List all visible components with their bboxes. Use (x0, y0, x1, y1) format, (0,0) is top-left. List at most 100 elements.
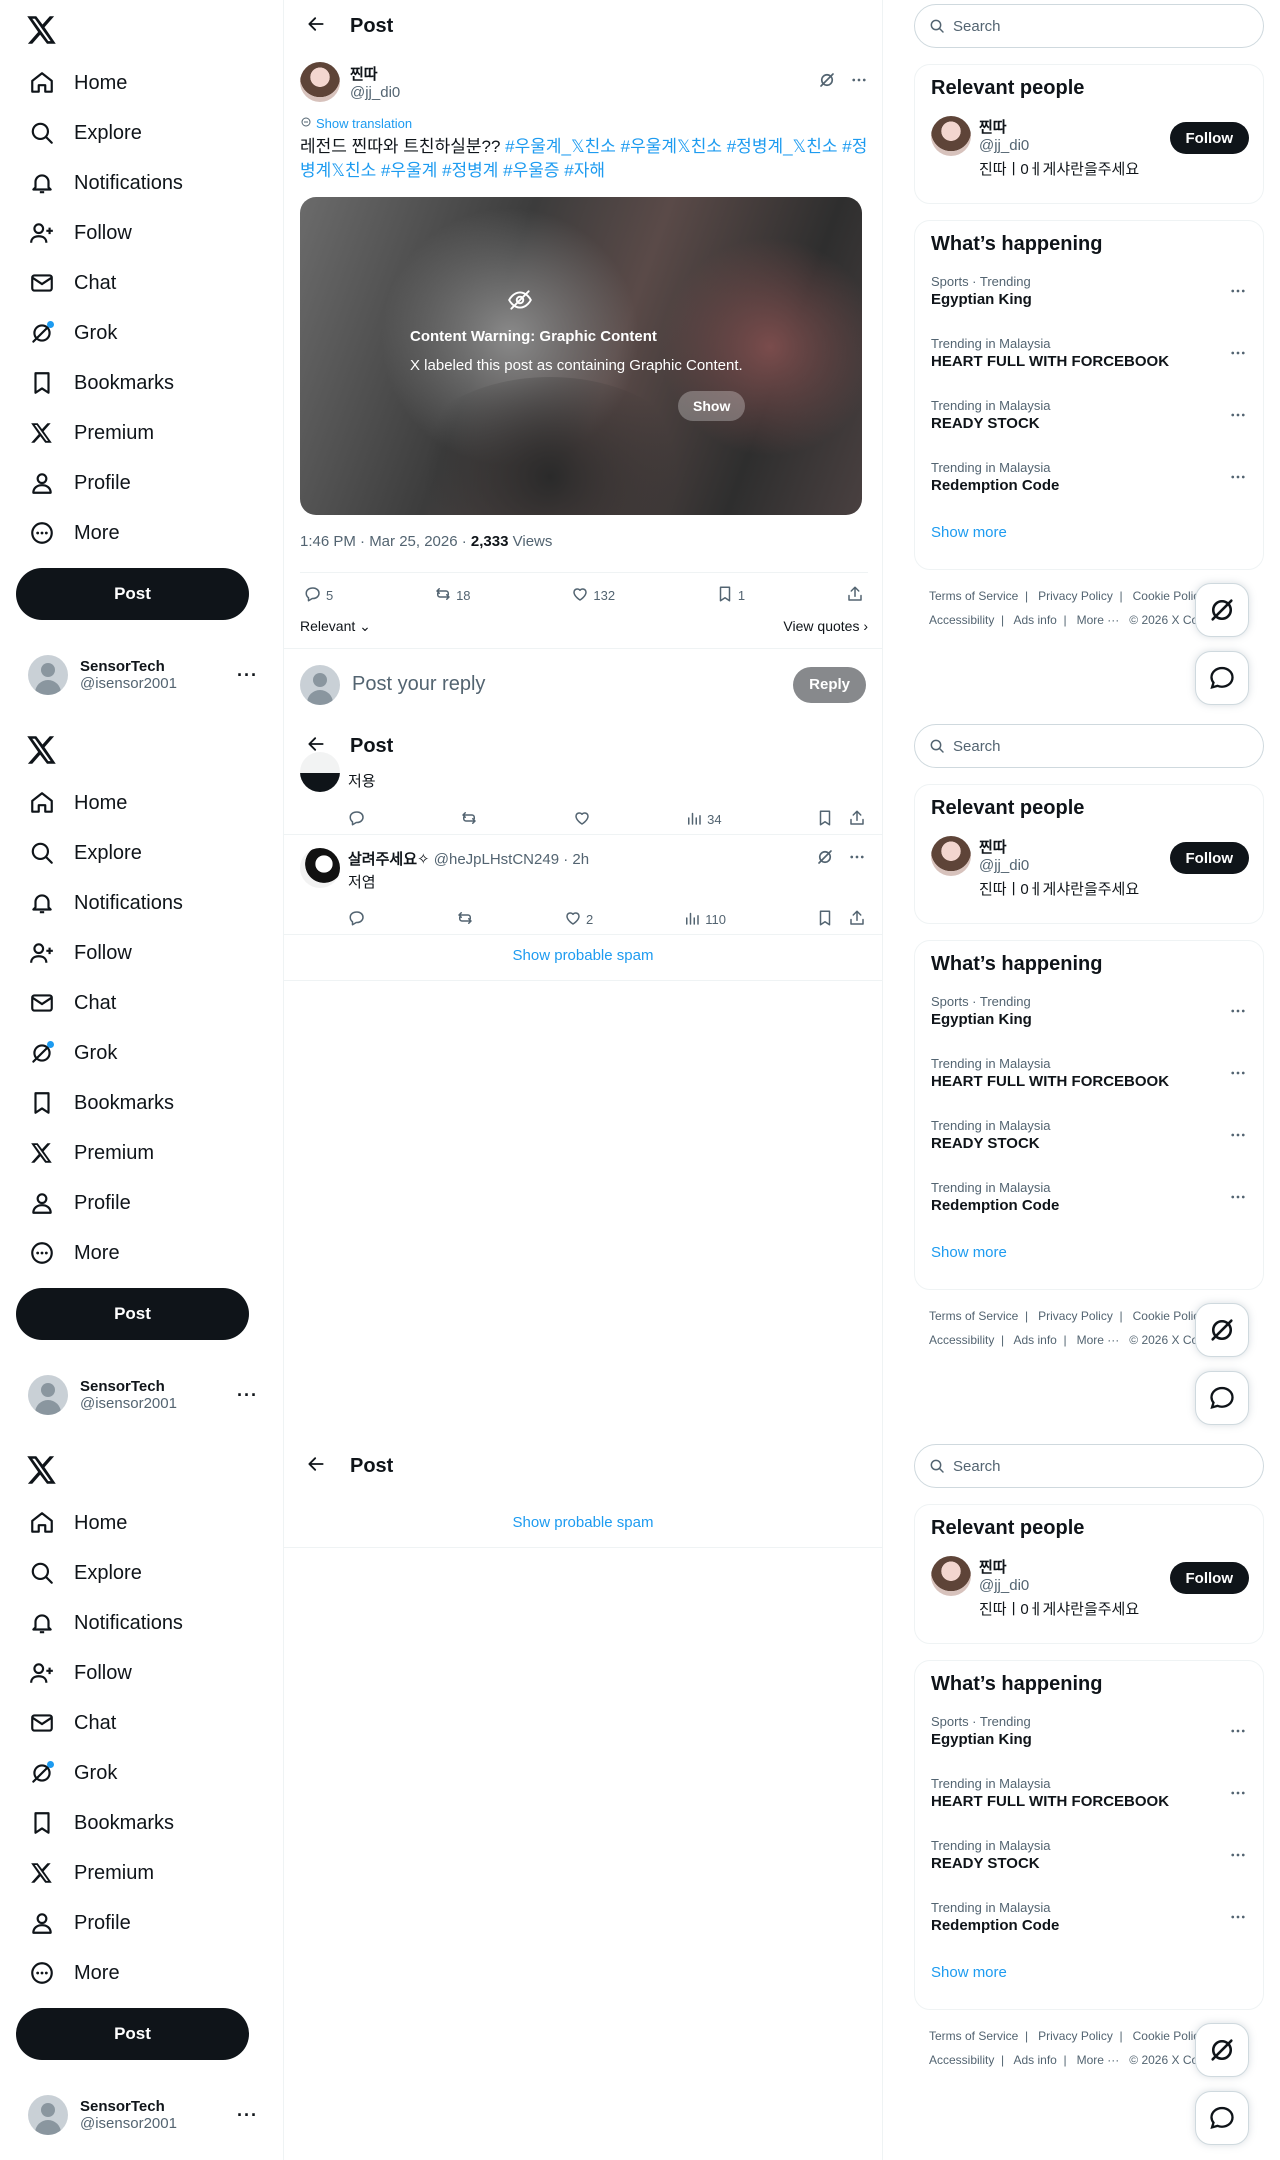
back-button[interactable] (288, 1454, 344, 1479)
more-icon[interactable] (850, 71, 868, 94)
grok-fab[interactable] (1195, 1303, 1249, 1357)
relevant-person[interactable]: 찐따 @jj_di0 진따ㅣ0ㅔ게샤란을주세요 Follow (915, 1540, 1263, 1631)
post-button[interactable]: Post (16, 1288, 249, 1340)
more-icon[interactable] (1229, 1002, 1247, 1025)
nav-item-chat[interactable]: Chat (16, 978, 195, 1028)
more-icon[interactable] (1229, 468, 1247, 491)
bookmark-button[interactable]: 1 (716, 585, 745, 606)
footer-links[interactable]: Terms of Service | Privacy Policy | Cook… (929, 584, 1209, 632)
more-icon[interactable]: ··· (237, 2105, 258, 2126)
nav-item-more[interactable]: More (16, 1228, 195, 1278)
more-icon[interactable]: ··· (237, 1385, 258, 1406)
more-icon[interactable] (1229, 1064, 1247, 1087)
post-time[interactable]: 1:46 PM · Mar 25, 2026 · (300, 533, 471, 550)
nav-item-home[interactable]: Home (16, 778, 195, 828)
show-more-link[interactable]: Show more (915, 510, 1263, 557)
nav-item-bookmarks[interactable]: Bookmarks (16, 1078, 195, 1128)
sort-dropdown[interactable]: Relevant ⌄ (300, 618, 371, 635)
more-icon[interactable] (1229, 1722, 1247, 1745)
nav-item-profile[interactable]: Profile (16, 458, 195, 508)
grok-icon[interactable] (816, 848, 834, 870)
nav-item-profile[interactable]: Profile (16, 1178, 195, 1228)
grok-fab[interactable] (1195, 583, 1249, 637)
show-media-button[interactable]: Show (678, 391, 746, 421)
footer-line-1[interactable]: Terms of Service | Privacy Policy | Cook… (929, 2024, 1209, 2048)
more-icon[interactable] (848, 848, 866, 870)
nav-item-chat[interactable]: Chat (16, 258, 195, 308)
nav-item-premium[interactable]: Premium (16, 408, 195, 458)
nav-item-notifications[interactable]: Notifications (16, 1598, 195, 1648)
nav-item-grok[interactable]: Grok (16, 308, 195, 358)
reply-button[interactable]: Reply (793, 666, 866, 703)
like-button[interactable]: 2 (564, 904, 593, 934)
more-icon[interactable] (1229, 344, 1247, 367)
account-switcher[interactable]: SensorTech @isensor2001 ··· (16, 2085, 266, 2145)
trend-item[interactable]: Trending in Malaysia HEART FULL WITH FORC… (915, 324, 1263, 386)
nav-item-grok[interactable]: Grok (16, 1748, 195, 1798)
grok-icon[interactable] (818, 71, 836, 94)
follow-button[interactable]: Follow (1169, 842, 1249, 874)
like-button[interactable]: 132 (571, 585, 615, 606)
post-button[interactable]: Post (16, 568, 249, 620)
nav-item-home[interactable]: Home (16, 58, 195, 108)
trend-item[interactable]: Trending in Malaysia Redemption Code (915, 1168, 1263, 1230)
views-button[interactable]: 110 (683, 904, 726, 934)
sensitive-media[interactable]: Content Warning: Graphic Content X labele… (300, 197, 862, 515)
nav-item-more[interactable]: More (16, 1948, 195, 1998)
author-handle[interactable]: @jj_di0 (350, 84, 400, 101)
back-button[interactable] (288, 14, 344, 39)
views-button[interactable]: 34 (685, 804, 722, 834)
more-icon[interactable] (1229, 1908, 1247, 1931)
trend-item[interactable]: Trending in Malaysia HEART FULL WITH FORC… (915, 1044, 1263, 1106)
follow-button[interactable]: Follow (1169, 122, 1249, 154)
view-quotes-link[interactable]: View quotes › (783, 618, 868, 635)
trend-item[interactable]: Sports · Trending Egyptian King (915, 262, 1263, 324)
messages-fab[interactable] (1195, 2091, 1249, 2145)
x-logo[interactable] (22, 1450, 62, 1490)
trend-item[interactable]: Trending in Malaysia READY STOCK (915, 1826, 1263, 1888)
bookmark-icon[interactable] (816, 909, 834, 930)
repost-button[interactable] (456, 904, 474, 934)
footer-line-2[interactable]: Accessibility | Ads info | More ··· © 20… (929, 2048, 1209, 2072)
footer-line-1[interactable]: Terms of Service | Privacy Policy | Cook… (929, 1304, 1209, 1328)
nav-item-more[interactable]: More (16, 508, 195, 558)
post-button[interactable]: Post (16, 2008, 249, 2060)
show-more-link[interactable]: Show more (915, 1950, 1263, 1997)
account-switcher[interactable]: SensorTech @isensor2001 ··· (16, 645, 266, 705)
nav-item-bookmarks[interactable]: Bookmarks (16, 358, 195, 408)
show-more-link[interactable]: Show more (915, 1230, 1263, 1277)
reply-author-name[interactable]: 살려주세요✧ (348, 851, 430, 868)
account-switcher[interactable]: SensorTech @isensor2001 ··· (16, 1365, 266, 1425)
trend-item[interactable]: Sports · Trending Egyptian King (915, 982, 1263, 1044)
nav-item-chat[interactable]: Chat (16, 1698, 195, 1748)
show-translation-link[interactable]: Show translation (300, 116, 868, 131)
nav-item-premium[interactable]: Premium (16, 1848, 195, 1898)
more-icon[interactable] (1229, 282, 1247, 305)
nav-item-home[interactable]: Home (16, 1498, 195, 1548)
messages-fab[interactable] (1195, 1371, 1249, 1425)
nav-item-profile[interactable]: Profile (16, 1898, 195, 1948)
post-timestamp[interactable]: 1:46 PM · Mar 25, 2026 · 2,333 Views (300, 533, 868, 550)
trend-item[interactable]: Trending in Malaysia Redemption Code (915, 1888, 1263, 1950)
more-icon[interactable] (1229, 406, 1247, 429)
nav-item-notifications[interactable]: Notifications (16, 158, 195, 208)
search-input[interactable]: Search (914, 1444, 1264, 1488)
like-button[interactable] (573, 804, 591, 834)
trend-item[interactable]: Trending in Malaysia READY STOCK (915, 1106, 1263, 1168)
footer-line-1[interactable]: Terms of Service | Privacy Policy | Cook… (929, 584, 1209, 608)
nav-item-premium[interactable]: Premium (16, 1128, 195, 1178)
relevant-person[interactable]: 찐따 @jj_di0 진따ㅣ0ㅔ게샤란을주세요 Follow (915, 100, 1263, 191)
repost-button[interactable]: 18 (434, 585, 471, 606)
show-probable-spam[interactable]: Show probable spam (284, 1498, 882, 1548)
nav-item-follow[interactable]: Follow (16, 928, 195, 978)
repost-button[interactable] (460, 804, 478, 834)
reply-time[interactable]: · 2h (563, 851, 589, 868)
trend-item[interactable]: Trending in Malaysia Redemption Code (915, 448, 1263, 510)
footer-links[interactable]: Terms of Service | Privacy Policy | Cook… (929, 2024, 1209, 2072)
nav-item-follow[interactable]: Follow (16, 1648, 195, 1698)
more-icon[interactable] (1229, 1188, 1247, 1211)
trend-item[interactable]: Trending in Malaysia HEART FULL WITH FORC… (915, 1764, 1263, 1826)
x-logo[interactable] (22, 10, 62, 50)
more-icon[interactable] (1229, 1846, 1247, 1869)
back-button[interactable] (288, 734, 344, 759)
